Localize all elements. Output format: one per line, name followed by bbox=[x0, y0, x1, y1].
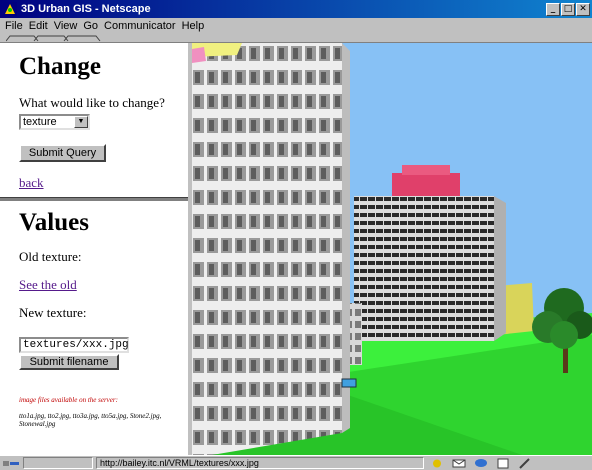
menu-edit[interactable]: Edit bbox=[26, 20, 51, 32]
composer-icon[interactable] bbox=[496, 458, 510, 469]
see-old-link[interactable]: See the old bbox=[19, 277, 77, 292]
discussion-icon[interactable] bbox=[474, 458, 488, 469]
progress-panel bbox=[23, 457, 93, 469]
values-heading: Values bbox=[19, 209, 89, 236]
netscape-icon bbox=[3, 2, 17, 16]
scene-canvas[interactable] bbox=[192, 43, 592, 455]
change-prompt: What would like to change? bbox=[19, 95, 165, 110]
viewpoint-marker-icon[interactable] bbox=[341, 378, 357, 388]
submit-query-button[interactable]: Submit Query bbox=[19, 144, 106, 162]
menu-communicator[interactable]: Communicator bbox=[101, 20, 179, 32]
security-icon[interactable] bbox=[2, 458, 20, 469]
maximize-button[interactable]: □ bbox=[561, 2, 575, 16]
minimize-button[interactable]: _ bbox=[546, 2, 560, 16]
new-texture-label: New texture: bbox=[19, 305, 87, 320]
middle-building-roof bbox=[392, 173, 460, 199]
mail-icon[interactable] bbox=[452, 458, 466, 469]
window-title: 3D Urban GIS - Netscape bbox=[21, 3, 151, 15]
menu-file[interactable]: File bbox=[2, 20, 26, 32]
change-frame: Change What would like to change? textur… bbox=[0, 43, 188, 197]
chevron-down-icon[interactable]: ▼ bbox=[74, 116, 88, 128]
status-bar: http://bailey.itc.nl/VRML/textures/xxx.j… bbox=[0, 455, 592, 470]
middle-building bbox=[354, 196, 494, 341]
menu-go[interactable]: Go bbox=[80, 20, 101, 32]
menu-view[interactable]: View bbox=[51, 20, 81, 32]
close-button[interactable]: ✕ bbox=[576, 2, 590, 16]
navigator-icon[interactable] bbox=[430, 458, 444, 469]
change-select[interactable]: texture ▼ bbox=[19, 114, 90, 130]
menu-bar: File Edit View Go Communicator Help bbox=[0, 18, 592, 34]
files-note: image files available on the server: bbox=[19, 396, 118, 404]
old-texture-label: Old texture: bbox=[19, 249, 82, 264]
change-heading: Change bbox=[19, 53, 101, 80]
vrml-scene[interactable] bbox=[192, 43, 592, 455]
menu-help[interactable]: Help bbox=[179, 20, 208, 32]
files-list: tto1a.jpg, tto2.jpg, tto3a.jpg, tto5a.jp… bbox=[19, 412, 162, 428]
left-frame: Change What would like to change? textur… bbox=[0, 43, 192, 455]
tall-building bbox=[192, 43, 342, 455]
component-bar bbox=[430, 457, 532, 469]
filename-input[interactable]: textures/xxx.jpg bbox=[19, 337, 129, 353]
edit-icon[interactable] bbox=[518, 457, 532, 469]
submit-filename-button[interactable]: Submit filename bbox=[19, 354, 119, 370]
status-url: http://bailey.itc.nl/VRML/textures/xxx.j… bbox=[96, 457, 424, 469]
values-frame: Values Old texture: See the old New text… bbox=[0, 201, 188, 455]
title-bar[interactable]: 3D Urban GIS - Netscape _ □ ✕ bbox=[0, 0, 592, 18]
toolbar-grip-icon[interactable] bbox=[6, 35, 106, 42]
toolbar-tabs[interactable] bbox=[0, 34, 592, 43]
change-select-value: texture bbox=[23, 116, 57, 128]
back-link[interactable]: back bbox=[19, 175, 44, 190]
